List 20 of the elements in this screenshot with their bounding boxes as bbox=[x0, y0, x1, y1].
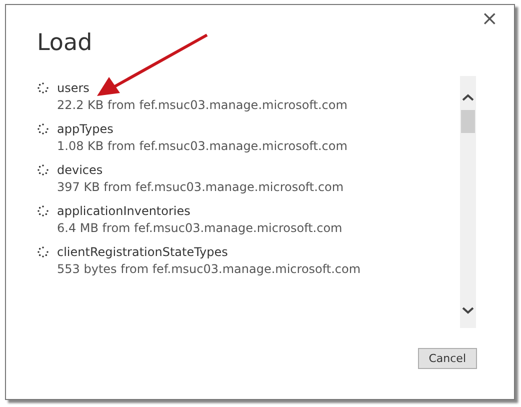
loading-spinner-icon bbox=[37, 205, 49, 217]
dialog-title: Load bbox=[36, 30, 94, 56]
loading-spinner-icon bbox=[37, 164, 49, 176]
query-detail: 6.4 MB from fef.msuc03.manage.microsoft.com bbox=[56, 221, 344, 235]
loading-spinner-icon bbox=[37, 123, 49, 135]
query-name: appTypes bbox=[57, 122, 114, 136]
loading-spinner-icon bbox=[37, 82, 49, 94]
close-button[interactable]: × bbox=[481, 8, 498, 30]
query-name: applicationInventories bbox=[57, 204, 190, 218]
query-name: users bbox=[57, 81, 90, 95]
loading-spinner-icon bbox=[37, 246, 49, 258]
scrollbar[interactable] bbox=[460, 76, 476, 328]
cancel-button[interactable]: Cancel bbox=[418, 348, 477, 369]
scroll-thumb[interactable] bbox=[461, 110, 475, 133]
query-name: devices bbox=[57, 163, 103, 177]
query-detail: 22.2 KB from fef.msuc03.manage.microsoft.com bbox=[56, 98, 348, 112]
query-detail: 397 KB from fef.msuc03.manage.microsoft.com bbox=[56, 180, 345, 194]
query-detail: 553 bytes from fef.msuc03.manage.microsoft.com bbox=[56, 262, 362, 276]
query-name: clientRegistrationStateTypes bbox=[57, 245, 228, 259]
query-detail: 1.08 KB from fef.msuc03.manage.microsoft.com bbox=[56, 139, 348, 153]
